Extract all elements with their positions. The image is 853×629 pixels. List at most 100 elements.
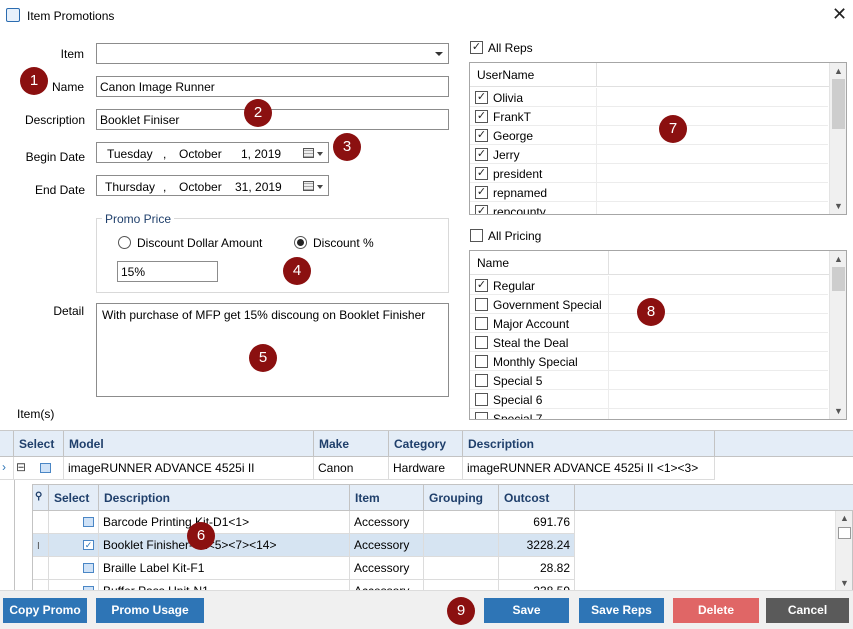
cancel-button[interactable]: Cancel: [766, 598, 849, 623]
reps-scrollbar[interactable]: ▲ ▼: [829, 63, 846, 214]
child-row-select-cell[interactable]: ✓: [49, 534, 99, 557]
name-column-header[interactable]: Name: [477, 256, 509, 270]
list-item-checkbox[interactable]: ✓: [475, 167, 488, 180]
list-item-checkbox[interactable]: ✓: [475, 110, 488, 123]
title-bar: Item Promotions ✕: [0, 0, 853, 32]
pricing-scrollbar[interactable]: ▲ ▼: [829, 251, 846, 419]
child-header-select[interactable]: Select: [49, 485, 99, 511]
collapse-icon[interactable]: ⊟: [16, 460, 26, 474]
chevron-down-icon[interactable]: [317, 185, 323, 189]
list-item-checkbox[interactable]: ✓: [475, 186, 488, 199]
all-pricing-label[interactable]: All Pricing: [488, 229, 541, 243]
list-item[interactable]: ✓ Jerry: [470, 145, 828, 164]
delete-button[interactable]: Delete: [673, 598, 759, 623]
list-item[interactable]: Steal the Deal: [470, 333, 828, 352]
list-item-checkbox[interactable]: [475, 336, 488, 349]
calendar-icon[interactable]: [303, 181, 314, 191]
end-date-month: October: [179, 180, 222, 194]
promo-price-input[interactable]: 15%: [117, 261, 218, 282]
list-item-checkbox[interactable]: ✓: [475, 129, 488, 142]
list-item[interactable]: Special 5: [470, 371, 828, 390]
discount-dollar-radio[interactable]: [118, 236, 131, 249]
list-item-label: Regular: [493, 279, 536, 293]
scroll-thumb[interactable]: [832, 79, 845, 129]
name-input[interactable]: Canon Image Runner: [96, 76, 449, 97]
list-item[interactable]: ✓ Olivia: [470, 88, 828, 107]
list-item[interactable]: Special 6: [470, 390, 828, 409]
list-item[interactable]: ✓ repnamed: [470, 183, 828, 202]
scroll-down-icon[interactable]: ▼: [834, 406, 843, 416]
grid-header-select[interactable]: Select: [14, 431, 64, 457]
discount-percent-radio[interactable]: [294, 236, 307, 249]
list-item-checkbox[interactable]: [475, 412, 488, 419]
list-item[interactable]: ✓ president: [470, 164, 828, 183]
list-item-checkbox[interactable]: ✓: [475, 148, 488, 161]
child-header-outcost[interactable]: Outcost: [499, 485, 575, 511]
promo-usage-button[interactable]: Promo Usage: [96, 598, 204, 623]
list-item[interactable]: ✓ Regular: [470, 276, 828, 295]
app-icon: [6, 8, 20, 22]
discount-percent-label[interactable]: Discount %: [313, 236, 374, 250]
scroll-up-icon[interactable]: ▲: [840, 513, 849, 523]
child-row-item: Accessory: [350, 511, 424, 534]
chevron-down-icon[interactable]: [317, 152, 323, 156]
scroll-thumb[interactable]: [838, 527, 851, 539]
scroll-up-icon[interactable]: ▲: [834, 254, 843, 264]
child-row-select-cell[interactable]: [49, 580, 99, 590]
list-item-label: president: [493, 167, 543, 181]
end-date-picker[interactable]: Thursday , October 31, 2019: [96, 175, 329, 196]
item-combobox[interactable]: [96, 43, 449, 64]
all-pricing-checkbox[interactable]: [470, 229, 483, 242]
list-item-checkbox[interactable]: ✓: [475, 279, 488, 292]
list-item[interactable]: Monthly Special: [470, 352, 828, 371]
calendar-icon[interactable]: [303, 148, 314, 158]
list-item-label: Monthly Special: [493, 355, 578, 369]
table-row-select-cell[interactable]: ⊟: [14, 457, 64, 480]
child-row-grouping: [424, 534, 499, 557]
child-grid: ⚲ Select Description Item Grouping Outco…: [32, 484, 853, 590]
list-item[interactable]: ✓ FrankT: [470, 107, 828, 126]
select-icon[interactable]: [83, 517, 94, 527]
grid-header-model[interactable]: Model: [64, 431, 314, 457]
list-item-label: Jerry: [493, 148, 520, 162]
select-icon[interactable]: [40, 463, 51, 473]
scroll-down-icon[interactable]: ▼: [840, 578, 849, 588]
list-item-label: repnamed: [493, 186, 548, 200]
list-item[interactable]: ✓ George: [470, 126, 828, 145]
scroll-down-icon[interactable]: ▼: [834, 201, 843, 211]
select-icon[interactable]: [83, 563, 94, 573]
save-reps-button[interactable]: Save Reps: [579, 598, 664, 623]
child-header-description[interactable]: Description: [99, 485, 350, 511]
list-item-checkbox[interactable]: [475, 317, 488, 330]
all-reps-label[interactable]: All Reps: [488, 41, 533, 55]
copy-promo-button[interactable]: Copy Promo: [3, 598, 87, 623]
child-grid-scrollbar[interactable]: ▲ ▼: [835, 511, 852, 590]
child-row-select-cell[interactable]: [49, 511, 99, 534]
list-item-checkbox[interactable]: [475, 393, 488, 406]
checked-checkbox-icon[interactable]: ✓: [83, 540, 94, 550]
list-item[interactable]: ✓ repcounty: [470, 202, 828, 214]
begin-date-picker[interactable]: Tuesday , October 1, 2019: [96, 142, 329, 163]
username-column-header[interactable]: UserName: [477, 68, 534, 82]
child-header-item[interactable]: Item: [350, 485, 424, 511]
search-icon[interactable]: ⚲: [33, 485, 49, 511]
child-header-grouping[interactable]: Grouping: [424, 485, 499, 511]
grid-header-make[interactable]: Make: [314, 431, 389, 457]
grid-header-category[interactable]: Category: [389, 431, 463, 457]
list-item-checkbox[interactable]: [475, 374, 488, 387]
discount-dollar-label[interactable]: Discount Dollar Amount: [137, 236, 262, 250]
list-item-checkbox[interactable]: ✓: [475, 91, 488, 104]
child-row-select-cell[interactable]: [49, 557, 99, 580]
list-item[interactable]: Special 7: [470, 409, 828, 419]
list-item-checkbox[interactable]: ✓: [475, 205, 488, 214]
close-icon[interactable]: ✕: [832, 5, 847, 23]
list-item-label: Special 5: [493, 374, 543, 388]
scroll-thumb[interactable]: [832, 267, 845, 291]
description-input[interactable]: Booklet Finiser: [96, 109, 449, 130]
all-reps-checkbox[interactable]: ✓: [470, 41, 483, 54]
list-item-checkbox[interactable]: [475, 355, 488, 368]
grid-header-description[interactable]: Description: [463, 431, 715, 457]
list-item-checkbox[interactable]: [475, 298, 488, 311]
save-button[interactable]: Save: [484, 598, 569, 623]
scroll-up-icon[interactable]: ▲: [834, 66, 843, 76]
